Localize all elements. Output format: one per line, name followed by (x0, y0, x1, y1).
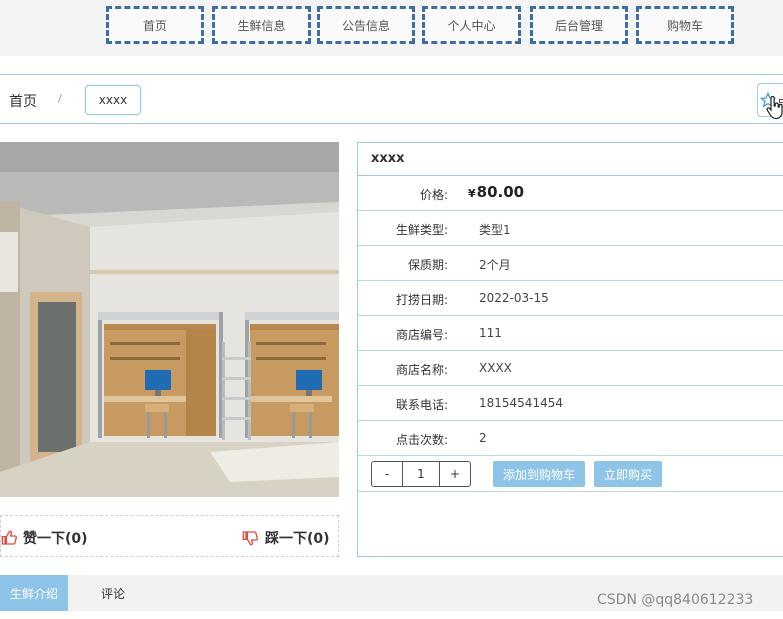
field-value: 2个月 (479, 258, 511, 272)
field-row: 商店名称: XXXX (358, 351, 783, 386)
field-value: 2022-03-15 (479, 291, 549, 305)
dislike-button[interactable]: 踩一下(0) (241, 528, 330, 548)
field-value: 2 (479, 431, 487, 445)
field-label: 生鲜类型: (395, 223, 448, 237)
nav-announcements[interactable]: 公告信息 (317, 6, 415, 44)
watermark: CSDN @qq840612233 (597, 592, 754, 608)
hand-cursor-icon (766, 96, 783, 120)
price-value: ¥80.00 (468, 183, 525, 201)
quantity-stepper: - 1 + (371, 461, 471, 487)
price-label: 价格: (419, 188, 448, 202)
field-value: XXXX (479, 361, 512, 375)
field-row: 打捞日期: 2022-03-15 (358, 281, 783, 316)
breadcrumb-home[interactable]: 首页 (9, 91, 37, 111)
field-value: 18154541454 (479, 396, 563, 410)
vote-box: 赞一下(0) 踩一下(0) (0, 515, 339, 557)
nav-profile[interactable]: 个人中心 (422, 6, 521, 44)
dislike-label: 踩一下(0) (265, 531, 330, 547)
top-nav: 首页 生鲜信息 公告信息 个人中心 后台管理 购物车 (0, 0, 783, 56)
decrement-button[interactable]: - (372, 462, 402, 486)
field-label: 点击次数: (395, 433, 448, 447)
field-label: 保质期: (407, 258, 448, 272)
nav-fresh-info[interactable]: 生鲜信息 (212, 6, 311, 44)
product-image (0, 142, 339, 497)
thumbs-up-icon (1, 530, 17, 545)
increment-button[interactable]: + (440, 462, 470, 486)
field-label: 打捞日期: (395, 293, 448, 307)
product-title: xxxx (358, 143, 783, 176)
price-row: 价格: ¥80.00 (358, 176, 783, 211)
field-row: 点击次数: 2 (358, 421, 783, 456)
nav-cart[interactable]: 购物车 (636, 6, 734, 44)
nav-admin[interactable]: 后台管理 (530, 6, 628, 44)
field-label: 商店编号: (395, 328, 448, 342)
quantity-input[interactable]: 1 (402, 462, 440, 486)
breadcrumb: 首页 / xxxx (0, 74, 783, 124)
field-row: 商店编号: 111 (358, 316, 783, 351)
like-button[interactable]: 赞一下(0) (1, 528, 88, 548)
breadcrumb-separator: / (58, 92, 62, 105)
breadcrumb-current: xxxx (85, 85, 141, 115)
thumbs-down-icon (242, 531, 258, 546)
field-label: 联系电话: (395, 398, 448, 412)
field-label: 商店名称: (395, 363, 448, 377)
like-label: 赞一下(0) (23, 531, 88, 547)
field-row: 联系电话: 18154541454 (358, 386, 783, 421)
product-info-panel: xxxx 价格: ¥80.00 生鲜类型: 类型1 保质期: 2个月 打捞日期:… (357, 142, 783, 557)
tab-comments[interactable]: 评论 (82, 575, 144, 611)
field-value: 111 (479, 326, 502, 340)
buy-now-button[interactable]: 立即购买 (594, 461, 662, 487)
tab-intro[interactable]: 生鲜介绍 (0, 575, 68, 611)
add-to-cart-button[interactable]: 添加到购物车 (493, 461, 585, 487)
field-row: 保质期: 2个月 (358, 246, 783, 281)
field-value: 类型1 (479, 223, 511, 237)
field-row: 生鲜类型: 类型1 (358, 211, 783, 246)
purchase-row: - 1 + 添加到购物车 立即购买 (358, 456, 783, 492)
nav-home[interactable]: 首页 (106, 6, 204, 44)
